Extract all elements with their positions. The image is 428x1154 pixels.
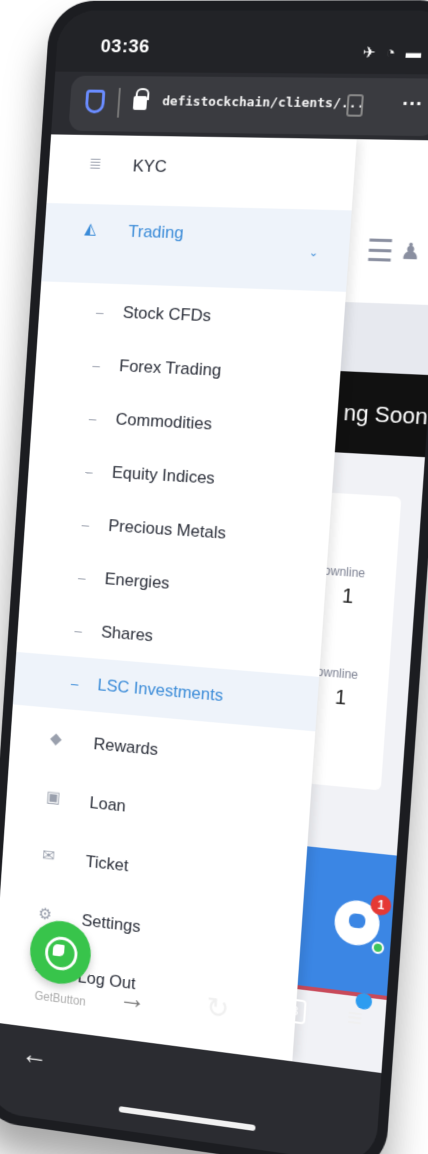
url-divider: [116, 87, 121, 118]
menu-label: Forex Trading: [118, 356, 222, 380]
menu-label: Energies: [104, 569, 171, 593]
dash-icon: –: [70, 675, 79, 692]
back-arrow-icon[interactable]: ←: [20, 1038, 48, 1073]
menu-label: Stock CFDs: [122, 303, 212, 326]
lock-icon: [132, 95, 148, 111]
dash-icon: –: [74, 622, 83, 639]
envelope-icon: ✉: [41, 847, 56, 866]
menu-label: Shares: [100, 622, 154, 646]
menu-label: Ticket: [85, 851, 130, 876]
dash-icon: –: [81, 516, 90, 533]
tabs-button[interactable]: 3: [282, 997, 307, 1025]
stat-value: 1: [334, 686, 347, 710]
more-options-icon[interactable]: ···: [401, 93, 423, 117]
status-time: 03:36: [99, 36, 151, 58]
url-text[interactable]: defistockchain/clients/...: [162, 94, 365, 111]
stat-value: 1: [341, 585, 355, 609]
dash-icon: –: [95, 303, 105, 321]
database-icon: ≣: [88, 155, 103, 173]
menu-label: KYC: [132, 156, 168, 177]
home-indicator[interactable]: [118, 1106, 256, 1132]
shield-icon[interactable]: [84, 89, 106, 114]
menu-label: LSC Investments: [96, 675, 224, 706]
reader-mode-icon[interactable]: [346, 94, 364, 117]
dash-icon: –: [77, 569, 87, 586]
stat-label: ownline: [323, 563, 366, 581]
chart-area-icon: ◭: [83, 220, 97, 238]
url-bar[interactable]: defistockchain/clients/... ···: [68, 75, 428, 137]
menu-label: Commodities: [115, 409, 213, 434]
money-icon: ▣: [45, 788, 61, 807]
reload-icon[interactable]: ↻: [205, 990, 230, 1026]
dash-icon: –: [84, 463, 94, 480]
menu-label: Settings: [81, 910, 142, 937]
status-bar: 03:36 ✈ ◔ ▬: [55, 10, 428, 75]
web-content: ☰ ♟ ng Soon ownline 1 ownline 1 1 ≣ KYC: [0, 134, 428, 1074]
menu-item-trading[interactable]: ◭ Trading ⌄: [41, 203, 352, 292]
hamburger-icon[interactable]: ☰: [365, 233, 395, 270]
menu-label: Equity Indices: [111, 462, 216, 488]
stat-label: ownline: [316, 664, 359, 683]
dash-icon: –: [91, 357, 101, 374]
diamond-icon: ◆: [49, 730, 63, 749]
menu-label: Precious Metals: [107, 516, 227, 543]
banner-text: ng Soon: [342, 399, 428, 430]
user-icon[interactable]: ♟: [399, 238, 421, 265]
status-icons: ✈ ◔ ▬: [362, 44, 425, 62]
chevron-down-icon: ⌄: [308, 246, 319, 260]
menu-label: Rewards: [92, 734, 159, 760]
dash-icon: –: [88, 410, 97, 427]
menu-label: Trading: [127, 221, 185, 243]
screen: 03:36 ✈ ◔ ▬ defistockchain/clients/... ·…: [0, 10, 428, 1154]
forward-arrow-icon[interactable]: →: [118, 981, 147, 1016]
menu-label: Loan: [89, 793, 127, 816]
menu-item-kyc[interactable]: ≣ KYC: [47, 138, 356, 198]
phone-frame: 03:36 ✈ ◔ ▬ defistockchain/clients/... ·…: [0, 0, 428, 1154]
